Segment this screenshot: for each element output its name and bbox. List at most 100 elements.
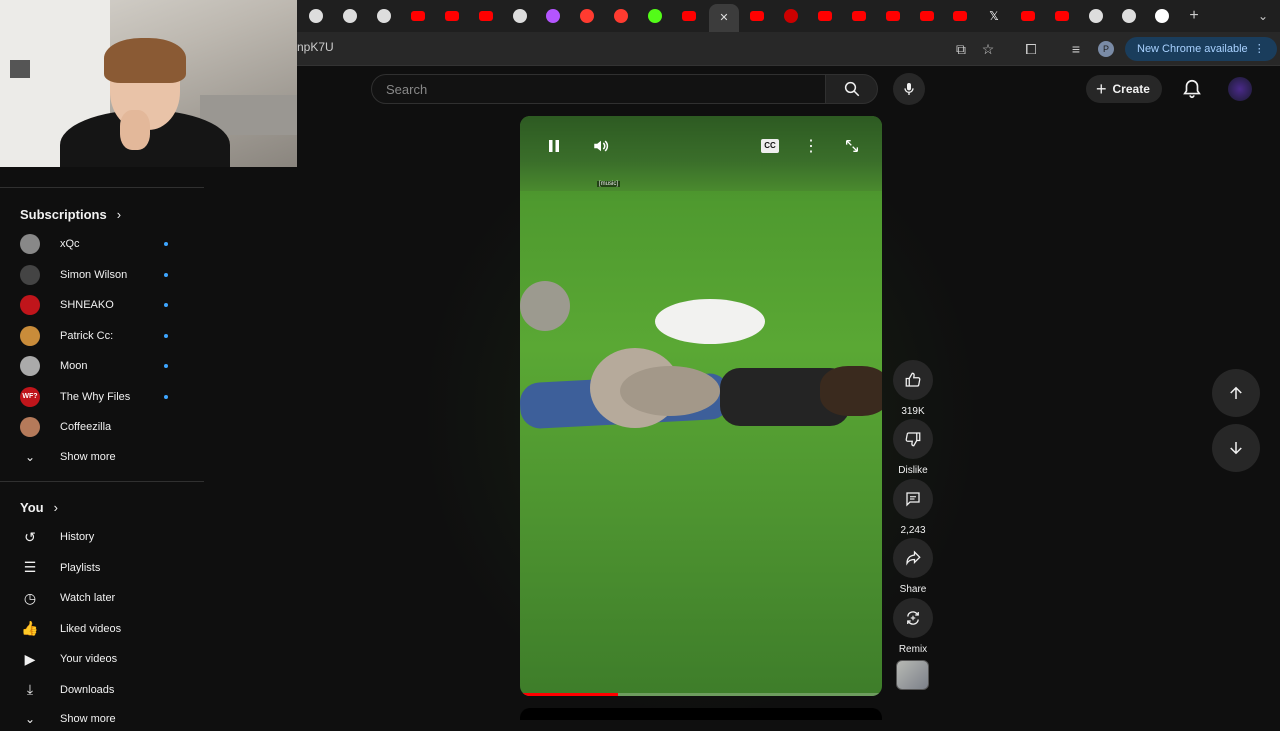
search-placeholder: Search xyxy=(386,82,428,97)
dislike-label: Dislike xyxy=(898,465,928,476)
browser-tab[interactable] xyxy=(442,6,462,26)
browser-tab[interactable] xyxy=(577,6,597,26)
browser-tab[interactable] xyxy=(747,6,767,26)
volume-icon xyxy=(594,140,609,152)
browser-tab[interactable] xyxy=(510,6,530,26)
comments-action[interactable]: 2,243 xyxy=(892,479,934,536)
browser-tab[interactable] xyxy=(1152,6,1172,26)
chevron-down-icon: ⌄ xyxy=(1257,9,1269,23)
dislike-button[interactable] xyxy=(893,419,933,459)
thumbs-down-icon xyxy=(905,432,921,447)
you-item[interactable]: ⤓ Downloads xyxy=(20,678,180,702)
remix-action[interactable]: Remix xyxy=(892,598,934,655)
browser-tab[interactable]: 𝕏 xyxy=(984,6,1004,26)
threads-icon xyxy=(343,9,357,23)
subscription-item[interactable]: WF? The Why Files xyxy=(20,385,180,409)
fullscreen-button[interactable] xyxy=(842,136,862,156)
browser-tab[interactable] xyxy=(849,6,869,26)
kick-icon xyxy=(648,9,662,23)
show-more-label: Show more xyxy=(60,451,116,463)
show-more-you[interactable]: ⌄ Show more xyxy=(20,707,180,731)
volume-button[interactable] xyxy=(590,136,612,156)
new-content-dot xyxy=(164,242,168,246)
chevron-right-icon: › xyxy=(116,207,122,222)
subscription-item[interactable]: Patrick Cc: xyxy=(20,324,180,348)
subscription-item[interactable]: Coffeezilla xyxy=(20,415,180,439)
create-button[interactable]: + Create xyxy=(1086,75,1162,103)
like-action[interactable]: 319K xyxy=(892,360,934,417)
show-more-subscriptions[interactable]: ⌄ Show more xyxy=(20,445,180,469)
browser-tab[interactable] xyxy=(1119,6,1139,26)
next-short-preview xyxy=(520,708,882,720)
browser-tab[interactable] xyxy=(917,6,937,26)
pause-button[interactable] xyxy=(544,136,564,156)
share-button[interactable] xyxy=(893,538,933,578)
tab-search-button[interactable]: ⌄ xyxy=(1253,6,1273,26)
remix-button[interactable] xyxy=(893,598,933,638)
expand-icon xyxy=(846,140,858,152)
browser-tab[interactable] xyxy=(408,6,428,26)
dislike-action[interactable]: Dislike xyxy=(892,419,934,476)
share-action[interactable]: Share xyxy=(892,538,934,595)
browser-tab[interactable] xyxy=(1018,6,1038,26)
new-tab-button[interactable]: + xyxy=(1184,6,1204,26)
subscription-item[interactable]: Moon xyxy=(20,354,180,378)
you-item[interactable]: 👍 Liked videos xyxy=(20,617,180,641)
closed-captions-button[interactable]: CC xyxy=(761,139,779,153)
you-item[interactable]: ↺ History xyxy=(20,525,180,549)
browser-tab[interactable] xyxy=(645,6,665,26)
browser-tab[interactable] xyxy=(543,6,563,26)
browser-tab[interactable] xyxy=(1052,6,1072,26)
account-avatar[interactable] xyxy=(1228,77,1252,101)
thumbs-up-icon xyxy=(905,372,921,387)
voice-search-button[interactable] xyxy=(893,73,925,105)
browser-tab[interactable] xyxy=(950,6,970,26)
browser-tab[interactable] xyxy=(781,6,801,26)
subscription-item[interactable]: Simon Wilson xyxy=(20,263,180,287)
sound-thumbnail[interactable] xyxy=(896,660,929,690)
you-item[interactable]: ▶ Your videos xyxy=(20,647,180,671)
subscription-item[interactable]: SHNEAKO xyxy=(20,293,180,317)
you-header[interactable]: You › xyxy=(20,500,58,515)
browser-tab[interactable] xyxy=(306,6,326,26)
new-chrome-button[interactable]: New Chrome available ⋮ xyxy=(1125,37,1277,61)
search-button[interactable] xyxy=(825,74,878,104)
chevron-right-icon: › xyxy=(53,500,58,515)
browser-tab[interactable] xyxy=(476,6,496,26)
subscriptions-title: Subscriptions xyxy=(20,207,107,222)
extensions-icon[interactable]: ⧠ xyxy=(1023,41,1039,57)
you-item[interactable]: ◷ Watch later xyxy=(20,586,180,610)
search-input[interactable]: Search xyxy=(371,74,826,104)
browser-tab[interactable] xyxy=(340,6,360,26)
like-button[interactable] xyxy=(893,360,933,400)
previous-short-button[interactable] xyxy=(1212,369,1260,417)
progress-bar[interactable] xyxy=(520,693,882,696)
subscriptions-header[interactable]: Subscriptions › xyxy=(20,207,121,222)
shorts-video-player[interactable]: CC ⋮ [music] xyxy=(520,116,882,696)
x-icon: 𝕏 xyxy=(989,9,999,23)
you-item[interactable]: ☰ Playlists xyxy=(20,556,180,580)
browser-tab[interactable]: ✕ xyxy=(709,4,739,32)
browser-tab[interactable] xyxy=(374,6,394,26)
install-app-icon[interactable]: ⧉ xyxy=(953,41,969,57)
browser-tab[interactable] xyxy=(611,6,631,26)
new-content-dot xyxy=(164,333,168,338)
share-icon xyxy=(906,550,921,566)
media-control-icon[interactable]: ≡ xyxy=(1068,41,1084,57)
browser-tab[interactable] xyxy=(679,6,699,26)
channel-avatar: WF? xyxy=(20,386,40,407)
browser-tab[interactable] xyxy=(1086,6,1106,26)
browser-profile-avatar[interactable]: P xyxy=(1098,41,1114,57)
notifications-bell-icon[interactable] xyxy=(1181,78,1203,100)
channel-avatar xyxy=(20,295,40,315)
more-options-icon[interactable]: ⋮ xyxy=(803,136,819,156)
browser-tab[interactable] xyxy=(883,6,903,26)
youtube-icon xyxy=(1055,11,1069,21)
bookmark-star-icon[interactable]: ☆ xyxy=(980,41,996,57)
next-short-button[interactable] xyxy=(1212,424,1260,472)
url-text[interactable]: npK7U xyxy=(297,40,334,54)
subscription-item[interactable]: xQc xyxy=(20,232,180,256)
comments-button[interactable] xyxy=(893,479,933,519)
browser-tab[interactable] xyxy=(815,6,835,26)
new-content-dot xyxy=(164,272,168,277)
